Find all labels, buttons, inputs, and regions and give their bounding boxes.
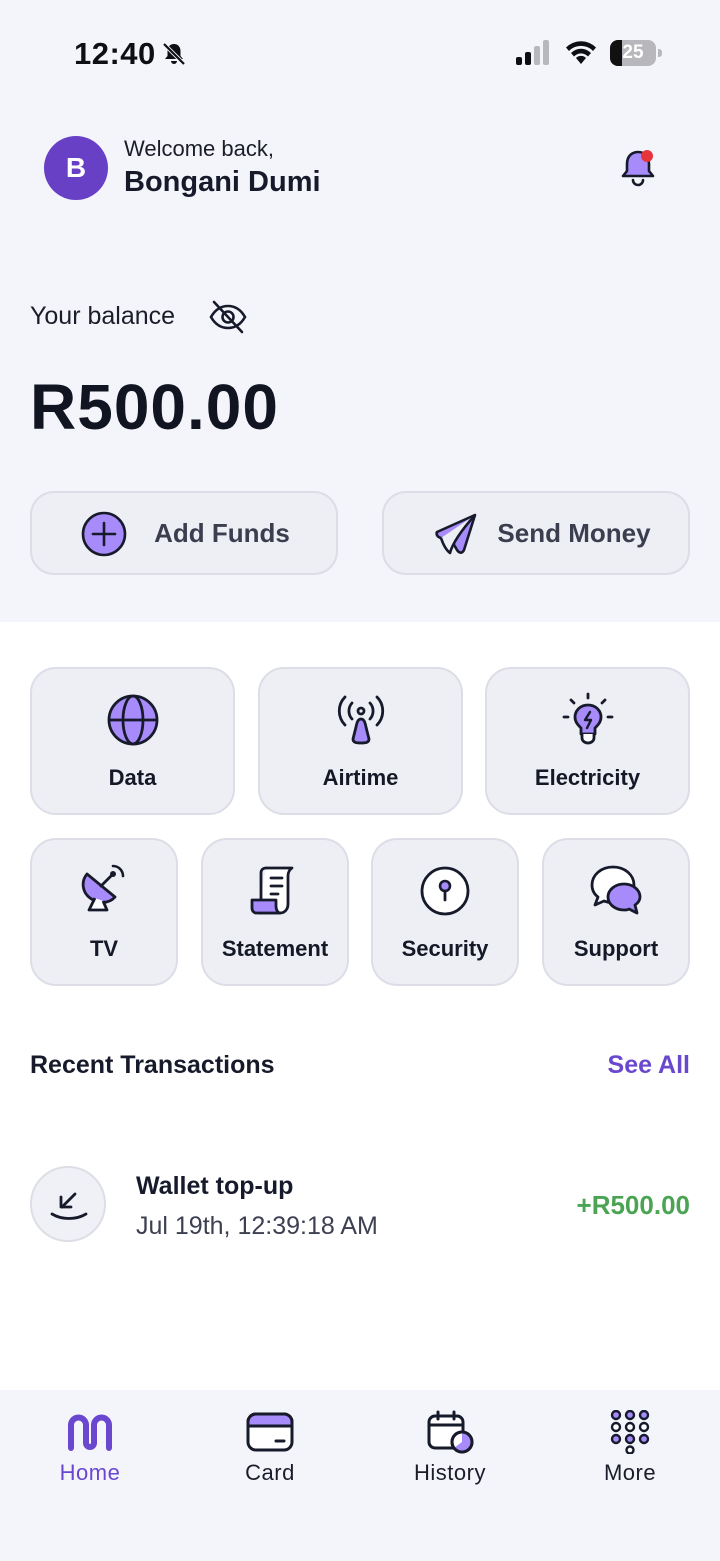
tab-label: Card: [245, 1460, 295, 1485]
cellular-signal-icon: [516, 40, 549, 65]
card-icon: [246, 1412, 294, 1452]
status-bar: 12:40 25: [0, 0, 720, 108]
balance-label: Your balance: [30, 302, 176, 330]
antenna-icon: [337, 695, 384, 745]
status-time: 12:40: [74, 36, 156, 71]
service-label: Electricity: [534, 765, 641, 790]
battery-indicator: 25: [610, 40, 662, 66]
transaction-title: Wallet top-up: [136, 1172, 294, 1200]
service-label: Airtime: [322, 765, 399, 790]
tab-label: More: [603, 1460, 657, 1485]
globe-icon: [107, 694, 158, 746]
transaction-amount: +R500.00: [576, 1190, 690, 1220]
service-tile-statement[interactable]: Statement: [201, 838, 349, 986]
chat-bubbles-icon: [590, 865, 642, 915]
balance-amount: R500.00: [30, 371, 279, 443]
tab-label: History: [414, 1460, 486, 1485]
see-all-link[interactable]: See All: [608, 1051, 690, 1080]
bell-muted-icon: [162, 42, 186, 66]
notification-bell-icon[interactable]: [616, 146, 660, 190]
tab-home[interactable]: Home: [0, 1390, 180, 1510]
transaction-date: Jul 19th, 12:39:18 AM: [136, 1212, 378, 1240]
add-funds-label: Add Funds: [154, 517, 290, 548]
service-label: Statement: [221, 936, 329, 961]
wifi-icon: [566, 41, 596, 64]
recent-transactions-title: Recent Transactions: [30, 1051, 275, 1079]
avatar[interactable]: B: [44, 136, 108, 200]
send-money-label: Send Money: [497, 517, 651, 548]
tab-history[interactable]: History: [360, 1390, 540, 1510]
battery-percent: 25: [622, 42, 644, 63]
service-label: Support: [573, 936, 659, 961]
home-logo-icon: [68, 1414, 112, 1451]
send-money-button[interactable]: Send Money: [382, 491, 690, 575]
service-tile-electricity[interactable]: Electricity: [485, 667, 690, 815]
tab-card[interactable]: Card: [180, 1390, 360, 1510]
bottom-tab-bar: Home Card History More: [0, 1390, 720, 1561]
welcome-text: Welcome back,: [124, 136, 274, 161]
service-label: Data: [108, 765, 157, 790]
service-tile-airtime[interactable]: Airtime: [258, 667, 463, 815]
receipt-scroll-icon: [250, 866, 294, 915]
service-label: TV: [89, 936, 119, 961]
tab-more[interactable]: More: [540, 1390, 720, 1510]
eye-off-icon[interactable]: [208, 298, 248, 336]
arrow-down-left-icon: [50, 1192, 88, 1220]
user-name: Bongani Dumi: [124, 166, 321, 198]
add-funds-button[interactable]: Add Funds: [30, 491, 338, 575]
keyhole-icon: [420, 866, 470, 916]
service-tile-data[interactable]: Data: [30, 667, 235, 815]
lightbulb-icon: [562, 692, 613, 745]
tab-label: Home: [59, 1460, 121, 1485]
grid-dots-icon: [610, 1410, 650, 1454]
calendar-clock-icon: [427, 1410, 474, 1454]
transaction-icon-wrap: [30, 1166, 106, 1242]
service-tile-security[interactable]: Security: [371, 838, 519, 986]
service-tile-tv[interactable]: TV: [30, 838, 178, 986]
service-label: Security: [401, 936, 489, 961]
service-tile-support[interactable]: Support: [542, 838, 690, 986]
transaction-item[interactable]: Wallet top-up Jul 19th, 12:39:18 AM +R50…: [30, 1160, 690, 1250]
satellite-dish-icon: [81, 864, 125, 912]
